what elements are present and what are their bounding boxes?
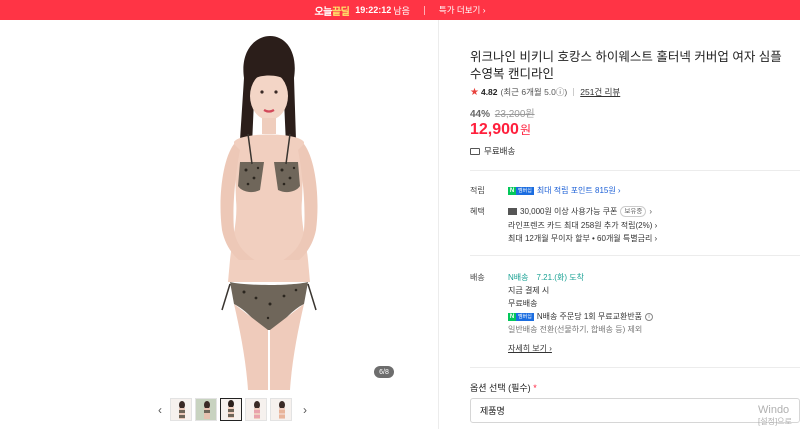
product-title: 위크나인 비키니 호캉스 하이웨스트 홀터넥 커버업 여자 심플 수영복 캔디라…: [470, 50, 782, 81]
thumbnail-selected[interactable]: [220, 398, 242, 421]
deal-banner[interactable]: 오늘끝딜 19:22:12 남음 특가 더보기 ›: [0, 0, 800, 20]
product-image[interactable]: [136, 30, 400, 390]
prev-image-icon[interactable]: ‹: [150, 403, 170, 417]
windows-activation-watermark: Windo [설정]으로: [758, 404, 792, 426]
rating-divider: [573, 88, 575, 96]
rating-row: ★ 4.82 (최근 6개월 5.0ⓘ) 251건 리뷰: [470, 86, 620, 98]
thumbnail-strip: ‹ ›: [150, 398, 315, 421]
banner-divider: [423, 5, 425, 15]
original-price: 23,200원: [494, 109, 535, 120]
benefit-label: 혜택: [470, 207, 485, 216]
thumbnail[interactable]: [245, 398, 267, 421]
column-divider: [438, 20, 439, 429]
deal-logo: 오늘끝딜: [314, 6, 350, 18]
coupon-text: 30,000원 이상 사용가능 쿠폰: [520, 207, 618, 216]
info-icon[interactable]: i: [645, 312, 654, 321]
points-label: 적립: [470, 186, 485, 195]
coupon-icon: [508, 208, 517, 215]
more-deals-link[interactable]: 특가 더보기 ›: [439, 4, 486, 16]
shipping-text: 무료배송: [484, 146, 516, 156]
star-icon: ★: [470, 86, 479, 98]
chevron-right-icon: ›: [649, 207, 653, 216]
arrival-date: 7.21.(화) 도착: [536, 273, 584, 282]
exchange-text: N배송 주문당 1회 무료교환반품: [536, 312, 643, 321]
thumbnail[interactable]: [270, 398, 292, 421]
free-shipping-text: 무료배송: [508, 299, 538, 308]
divider: [470, 367, 800, 368]
next-image-icon[interactable]: ›: [295, 403, 315, 417]
coupon-owned-badge: 보유중: [620, 206, 647, 217]
npay-delivery-badge: N배송: [508, 273, 529, 282]
thumbnail[interactable]: [170, 398, 192, 421]
card-benefit-row[interactable]: 라인프렌즈 카드 최대 258원 추가 적립(2%) ›: [508, 220, 657, 231]
option-label: 옵션 선택 (필수) *: [470, 383, 537, 393]
discount-row: 44% 23,200원: [470, 105, 535, 120]
points-row[interactable]: N 멤버십 최대 적립 포인트 815원 ›: [508, 185, 621, 196]
divider: [470, 255, 800, 256]
sale-price: 12,900원: [470, 121, 531, 138]
rating-recent[interactable]: (최근 6개월 5.0ⓘ): [501, 86, 568, 98]
rating-score: 4.82: [480, 87, 498, 97]
pay-now-text: 지금 결제 시: [508, 286, 550, 295]
delivery-details-link[interactable]: 자세히 보기 ›: [508, 343, 552, 354]
truck-icon: [470, 147, 480, 155]
option-select[interactable]: 제품명: [470, 398, 800, 423]
deal-remaining-text: 남음: [393, 5, 410, 16]
installment-row[interactable]: 최대 12개월 무이자 할부 • 60개월 특별금리 ›: [508, 233, 657, 244]
delivery-note: 일반배송 전환(선물하기, 합배송 등) 제외: [508, 325, 643, 334]
points-text: 최대 적립 포인트 815원 ›: [536, 186, 621, 195]
delivery-label: 배송: [470, 273, 485, 282]
thumbnail[interactable]: [195, 398, 217, 421]
deal-timer: 19:22:12: [355, 5, 392, 15]
coupon-row[interactable]: 30,000원 이상 사용가능 쿠폰 보유중 ›: [508, 206, 652, 217]
divider: [470, 170, 800, 171]
reviews-link[interactable]: 251건 리뷰: [580, 86, 620, 98]
exchange-row: N 멤버십 N배송 주문당 1회 무료교환반품 i: [508, 311, 654, 322]
shipping-row: 무료배송: [470, 145, 515, 157]
discount-percent: 44%: [470, 109, 491, 120]
npay-membership-icon: N 멤버십: [508, 186, 534, 195]
arrival-row: N배송 7.21.(화) 도착: [508, 272, 584, 283]
image-counter: 6/8: [374, 366, 394, 378]
npay-membership-icon: N 멤버십: [508, 312, 534, 321]
